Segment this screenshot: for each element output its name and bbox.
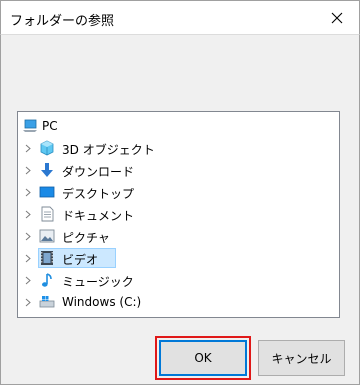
tree-item-videos[interactable]: ビデオ [18, 247, 339, 269]
pc-icon [22, 118, 38, 134]
chevron-right-icon[interactable] [22, 208, 34, 220]
ok-button-label: OK [194, 351, 212, 365]
tree-item-label: 3D オブジェクト [62, 143, 155, 157]
tree-item-documents[interactable]: ドキュメント [18, 203, 339, 225]
tree-item-label: ダウンロード [62, 165, 135, 179]
document-icon [39, 206, 55, 222]
window-title: フォルダーの参照 [10, 14, 115, 29]
tree-item-label: PC [42, 119, 58, 133]
3d-objects-icon [39, 140, 55, 156]
tree-item-pictures[interactable]: ピクチャ [18, 225, 339, 247]
chevron-right-icon[interactable] [22, 252, 34, 264]
chevron-right-icon[interactable] [22, 274, 34, 286]
video-icon [39, 250, 55, 266]
tree-item-windows-c[interactable]: Windows (C:) [18, 291, 339, 313]
chevron-right-icon[interactable] [22, 296, 34, 308]
tree-item-3d-objects[interactable]: 3D オブジェクト [18, 137, 339, 159]
title-bar: フォルダーの参照 [0, 0, 360, 35]
chevron-right-icon[interactable] [22, 142, 34, 154]
drive-icon [39, 294, 55, 310]
music-note-icon [39, 272, 55, 288]
tree-item-desktop[interactable]: デスクトップ [18, 181, 339, 203]
chevron-right-icon[interactable] [22, 230, 34, 242]
cancel-button-label: キャンセル [271, 351, 332, 366]
chevron-right-icon[interactable] [22, 164, 34, 176]
tree-item-downloads[interactable]: ダウンロード [18, 159, 339, 181]
desktop-icon [39, 184, 55, 200]
close-icon [331, 12, 343, 24]
tree-item-label: Windows (C:) [62, 295, 142, 309]
download-arrow-icon [39, 162, 55, 178]
close-button[interactable] [315, 1, 359, 35]
cancel-button[interactable]: キャンセル [258, 340, 345, 376]
tree-item-pc[interactable]: PC [18, 115, 339, 137]
tree-item-label: ビデオ [62, 253, 99, 267]
ok-button[interactable]: OK [159, 340, 247, 376]
tree-item-label: ピクチャ [62, 231, 110, 245]
tree-item-label: デスクトップ [62, 187, 135, 201]
pictures-icon [39, 228, 55, 244]
chevron-right-icon[interactable] [22, 186, 34, 198]
tree-item-music[interactable]: ミュージック [18, 269, 339, 291]
tree-item-label: ドキュメント [62, 209, 135, 223]
folder-tree[interactable]: PC 3D オブジェクト ダウンロード デスクトップ ドキュメント ピクチャ ビ… [17, 111, 340, 318]
tree-item-label: ミュージック [62, 275, 134, 289]
